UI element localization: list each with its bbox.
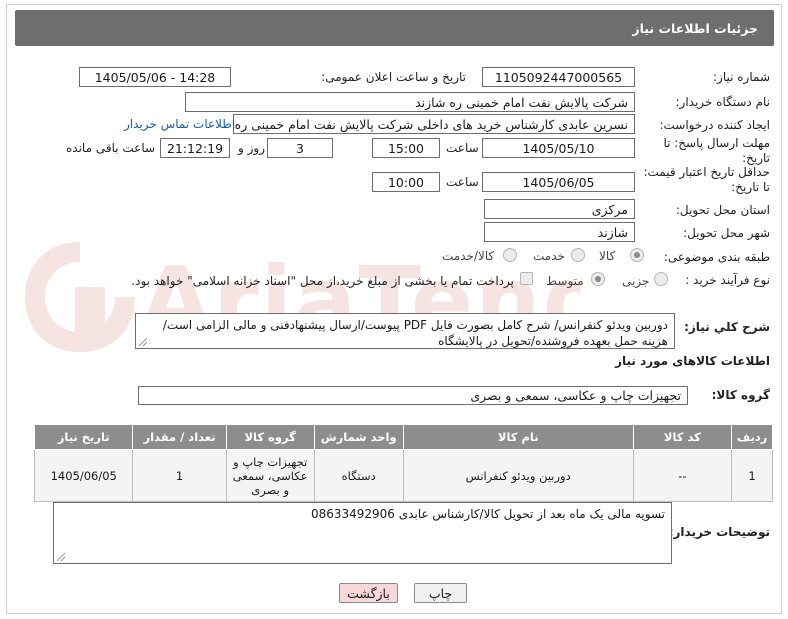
days-remaining-field: 3 <box>267 138 333 158</box>
category-radio-goods-service[interactable] <box>503 248 517 262</box>
goods-group-field: تجهیزات چاپ و عکاسی، سمعی و بصری <box>138 386 688 405</box>
goods-table: ردیف کد کالا نام کالا واحد شمارش گروه کا… <box>33 424 773 502</box>
validity-time-field: 10:00 <box>372 172 440 192</box>
validity-label-line1: حداقل تاریخ اعتبار قیمت: <box>643 165 770 179</box>
cell-unit: دستگاه <box>313 449 404 502</box>
process-radio-medium[interactable] <box>591 272 605 286</box>
category-option-goods: کالا <box>599 249 616 263</box>
table-row: 1 -- دوربین ویدئو کنفرانس دستگاه تجهیزات… <box>33 449 773 502</box>
cell-group: تجهیزات چاپ و عکاسی، سمعی و بصری <box>225 449 315 502</box>
cell-need-date: 1405/06/05 <box>33 449 134 502</box>
back-button[interactable]: بازگشت <box>339 583 398 603</box>
category-radio-service[interactable] <box>571 248 585 262</box>
validity-date-field: 1405/06/05 <box>482 172 635 192</box>
buyer-notes-text: تسویه مالی یک ماه بعد از تحویل کالا/کارش… <box>310 507 665 521</box>
goods-section-title: اطلاعات کالاهای مورد نیاز <box>615 354 770 368</box>
description-textarea: دوربین ویدئو کنفرانس/ شرح کامل بصورت فای… <box>135 313 675 349</box>
process-option-medium: متوسط <box>546 274 584 288</box>
buyer-contact-link[interactable]: اطلاعات تماس خریدار <box>124 117 235 131</box>
category-option-service: خدمت <box>533 249 565 263</box>
deadline-date-field: 1405/05/10 <box>482 138 635 158</box>
deadline-label-line1: مهلت ارسال پاسخ: تا <box>663 136 770 150</box>
time-remaining-field: 21:12:19 <box>160 138 230 158</box>
col-header-quantity: تعداد / مقدار <box>132 424 227 450</box>
col-header-need-date: تاریخ نیاز <box>33 424 134 450</box>
goods-group-label: گروه کالا: <box>711 388 770 402</box>
time-remaining-label: ساعت باقی مانده <box>66 141 156 155</box>
page-title: جزئیات اطلاعات نیاز <box>632 20 758 36</box>
cell-quantity: 1 <box>132 449 227 502</box>
col-header-row: ردیف <box>731 424 773 450</box>
category-option-goods-service: کالا/خدمت <box>442 249 495 263</box>
province-label: استان محل تحویل: <box>675 203 770 217</box>
city-label: شهر محل تحویل: <box>683 226 770 240</box>
buyer-notes-label: توضیحات خریدار: <box>668 525 770 539</box>
process-type-label: نوع فرآیند خرید : <box>685 273 770 287</box>
process-radio-minor[interactable] <box>654 272 668 286</box>
validity-label-line2: تا تاریخ: <box>731 180 770 194</box>
col-header-name: نام کالا <box>402 424 634 450</box>
resize-grip-icon[interactable] <box>139 338 147 346</box>
col-header-group: گروه کالا <box>225 424 315 450</box>
print-button[interactable]: چاپ <box>414 583 467 603</box>
deadline-time-field: 15:00 <box>372 138 440 158</box>
announce-date-field: 1405/05/06 - 14:28 <box>79 67 231 87</box>
requester-label: ایجاد کننده درخواست: <box>659 118 770 132</box>
goods-table-header: ردیف کد کالا نام کالا واحد شمارش گروه کا… <box>33 424 773 450</box>
need-number-label: شماره نیاز: <box>713 70 770 84</box>
deadline-time-label: ساعت <box>446 141 479 155</box>
goods-table-wrap: ردیف کد کالا نام کالا واحد شمارش گروه کا… <box>33 424 773 502</box>
col-header-unit: واحد شمارش <box>313 424 404 450</box>
city-field: شازند <box>484 222 635 242</box>
need-number-field: 1105092447000565 <box>482 67 635 87</box>
cell-row-number: 1 <box>731 449 773 502</box>
category-label: طبقه بندی موضوعی: <box>663 250 770 264</box>
description-label: شرح كلي نياز: <box>684 320 770 334</box>
resize-grip-icon[interactable] <box>57 553 65 561</box>
requester-field: نسرین عابدی کارشناس خرید های داخلی شرکت … <box>233 114 635 134</box>
cell-code: -- <box>632 449 733 502</box>
buyer-notes-textarea: تسویه مالی یک ماه بعد از تحویل کالا/کارش… <box>53 502 672 564</box>
buyer-org-field: شرکت پالایش نفت امام خمینی ره شازند <box>185 92 635 112</box>
treasury-payment-checkbox[interactable] <box>520 272 533 285</box>
buyer-org-label: نام دستگاه خریدار: <box>675 95 771 109</box>
treasury-payment-note: پرداخت تمام یا بخشی از مبلغ خرید،از محل … <box>131 274 514 288</box>
col-header-code: کد کالا <box>632 424 733 450</box>
validity-time-label: ساعت <box>446 175 479 189</box>
announce-date-label: تاریخ و ساعت اعلان عمومی: <box>321 70 466 84</box>
cell-name: دوربین ویدئو کنفرانس <box>402 449 634 502</box>
process-option-minor: جزیی <box>622 274 650 288</box>
category-radio-goods[interactable] <box>630 248 644 262</box>
page-header: جزئیات اطلاعات نیاز <box>15 10 774 46</box>
description-text: دوربین ویدئو کنفرانس/ شرح کامل بصورت فای… <box>162 318 668 348</box>
province-field: مرکزی <box>484 199 635 219</box>
days-label: روز و <box>238 141 265 155</box>
deadline-label-line2: تاریخ: <box>742 151 770 165</box>
